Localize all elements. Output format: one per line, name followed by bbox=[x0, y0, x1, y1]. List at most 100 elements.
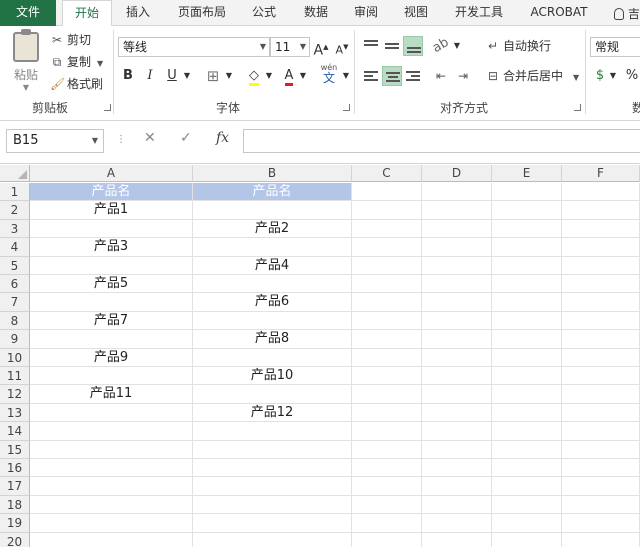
column-header-e[interactable]: E bbox=[492, 165, 562, 182]
cell-e17[interactable] bbox=[492, 477, 562, 496]
cell-e8[interactable] bbox=[492, 311, 562, 331]
column-header-f[interactable]: F bbox=[562, 165, 640, 182]
cell-b13[interactable]: 产品12 bbox=[193, 403, 352, 423]
cell-c5[interactable] bbox=[352, 256, 422, 275]
cell-a8[interactable]: 产品7 bbox=[30, 311, 193, 331]
cell-e1[interactable] bbox=[492, 183, 562, 202]
cell-c15[interactable] bbox=[352, 440, 422, 459]
cell-d19[interactable] bbox=[422, 514, 492, 533]
alignment-launcher-icon[interactable] bbox=[574, 104, 581, 111]
accounting-format-icon[interactable]: $ bbox=[592, 66, 608, 86]
cell-d11[interactable] bbox=[422, 367, 492, 386]
grow-font-button[interactable]: A▲ bbox=[312, 37, 330, 59]
tab-data[interactable]: 数据 bbox=[296, 0, 336, 26]
font-color-button[interactable]: A bbox=[280, 66, 298, 86]
cell-c20[interactable] bbox=[352, 532, 422, 547]
row-header-15[interactable]: 15 bbox=[0, 440, 30, 459]
cell-c4[interactable] bbox=[352, 238, 422, 257]
cell-c12[interactable] bbox=[352, 385, 422, 404]
align-top-icon[interactable] bbox=[361, 36, 381, 56]
cell-d14[interactable] bbox=[422, 422, 492, 441]
chevron-down-icon[interactable]: ▼ bbox=[264, 66, 274, 86]
cell-b2[interactable] bbox=[193, 201, 352, 220]
cell-a15[interactable] bbox=[30, 440, 193, 459]
cell-b7[interactable]: 产品6 bbox=[193, 293, 352, 312]
font-size-select[interactable]: 11 ▼ bbox=[270, 37, 310, 57]
cell-e15[interactable] bbox=[492, 440, 562, 459]
cell-f13[interactable] bbox=[562, 403, 640, 423]
cell-f2[interactable] bbox=[562, 201, 640, 220]
cell-f11[interactable] bbox=[562, 367, 640, 386]
cell-e9[interactable] bbox=[492, 330, 562, 349]
row-header-20[interactable]: 20 bbox=[0, 532, 30, 547]
cell-e6[interactable] bbox=[492, 275, 562, 294]
row-header-6[interactable]: 6 bbox=[0, 275, 30, 294]
cell-d20[interactable] bbox=[422, 532, 492, 547]
cell-a4[interactable]: 产品3 bbox=[30, 238, 193, 257]
cell-d1[interactable] bbox=[422, 183, 492, 202]
cell-b18[interactable] bbox=[193, 495, 352, 515]
cell-b9[interactable]: 产品8 bbox=[193, 330, 352, 349]
cell-e14[interactable] bbox=[492, 422, 562, 441]
cell-f18[interactable] bbox=[562, 495, 640, 515]
row-header-11[interactable]: 11 bbox=[0, 367, 30, 386]
cell-b6[interactable] bbox=[193, 275, 352, 294]
column-header-b[interactable]: B bbox=[193, 165, 352, 182]
italic-button[interactable]: I bbox=[142, 66, 158, 86]
format-painter-button[interactable]: 🖌 格式刷 bbox=[50, 75, 103, 93]
tab-insert[interactable]: 插入 bbox=[118, 0, 158, 26]
cell-b8[interactable] bbox=[193, 311, 352, 331]
row-header-1[interactable]: 1 bbox=[0, 183, 30, 202]
cell-a7[interactable] bbox=[30, 293, 193, 312]
cell-f3[interactable] bbox=[562, 219, 640, 239]
cell-c7[interactable] bbox=[352, 293, 422, 312]
chevron-down-icon[interactable]: ▼ bbox=[298, 66, 308, 86]
chevron-down-icon[interactable]: ▼ bbox=[452, 36, 462, 56]
cell-a6[interactable]: 产品5 bbox=[30, 275, 193, 294]
cell-f20[interactable] bbox=[562, 532, 640, 547]
cell-a20[interactable] bbox=[30, 532, 193, 547]
row-header-5[interactable]: 5 bbox=[0, 256, 30, 275]
cell-f10[interactable] bbox=[562, 348, 640, 367]
cancel-entry-icon[interactable]: ✕ bbox=[144, 130, 156, 146]
percent-style-button[interactable]: % bbox=[624, 66, 640, 86]
cell-f12[interactable] bbox=[562, 385, 640, 404]
cell-b11[interactable]: 产品10 bbox=[193, 367, 352, 386]
cell-b19[interactable] bbox=[193, 514, 352, 533]
cell-b4[interactable] bbox=[193, 238, 352, 257]
row-header-16[interactable]: 16 bbox=[0, 459, 30, 478]
cell-a16[interactable] bbox=[30, 459, 193, 478]
cell-f16[interactable] bbox=[562, 459, 640, 478]
cell-a18[interactable] bbox=[30, 495, 193, 515]
cell-a9[interactable] bbox=[30, 330, 193, 349]
row-header-12[interactable]: 12 bbox=[0, 385, 30, 404]
cell-b1[interactable]: 产品名 bbox=[193, 183, 352, 202]
tab-developer[interactable]: 开发工具 bbox=[446, 0, 512, 26]
tab-acrobat[interactable]: ACROBAT bbox=[524, 0, 594, 26]
cell-d17[interactable] bbox=[422, 477, 492, 496]
cell-f8[interactable] bbox=[562, 311, 640, 331]
cell-a11[interactable] bbox=[30, 367, 193, 386]
cell-f15[interactable] bbox=[562, 440, 640, 459]
cell-c14[interactable] bbox=[352, 422, 422, 441]
cell-d9[interactable] bbox=[422, 330, 492, 349]
font-name-select[interactable]: 等线 ▼ bbox=[118, 37, 270, 57]
cell-f6[interactable] bbox=[562, 275, 640, 294]
cell-a10[interactable]: 产品9 bbox=[30, 348, 193, 367]
increase-indent-icon[interactable]: ⇥ bbox=[454, 66, 472, 86]
cell-c19[interactable] bbox=[352, 514, 422, 533]
cell-b12[interactable] bbox=[193, 385, 352, 404]
tab-page-layout[interactable]: 页面布局 bbox=[170, 0, 234, 26]
cell-f7[interactable] bbox=[562, 293, 640, 312]
cell-a3[interactable] bbox=[30, 219, 193, 239]
copy-button[interactable]: ⧉ 复制 ▼ bbox=[50, 53, 103, 71]
row-header-8[interactable]: 8 bbox=[0, 311, 30, 331]
cell-d12[interactable] bbox=[422, 385, 492, 404]
cell-b14[interactable] bbox=[193, 422, 352, 441]
row-header-17[interactable]: 17 bbox=[0, 477, 30, 496]
cell-d5[interactable] bbox=[422, 256, 492, 275]
cell-e4[interactable] bbox=[492, 238, 562, 257]
tab-file[interactable]: 文件 bbox=[0, 0, 56, 26]
cell-d7[interactable] bbox=[422, 293, 492, 312]
column-header-c[interactable]: C bbox=[352, 165, 422, 182]
